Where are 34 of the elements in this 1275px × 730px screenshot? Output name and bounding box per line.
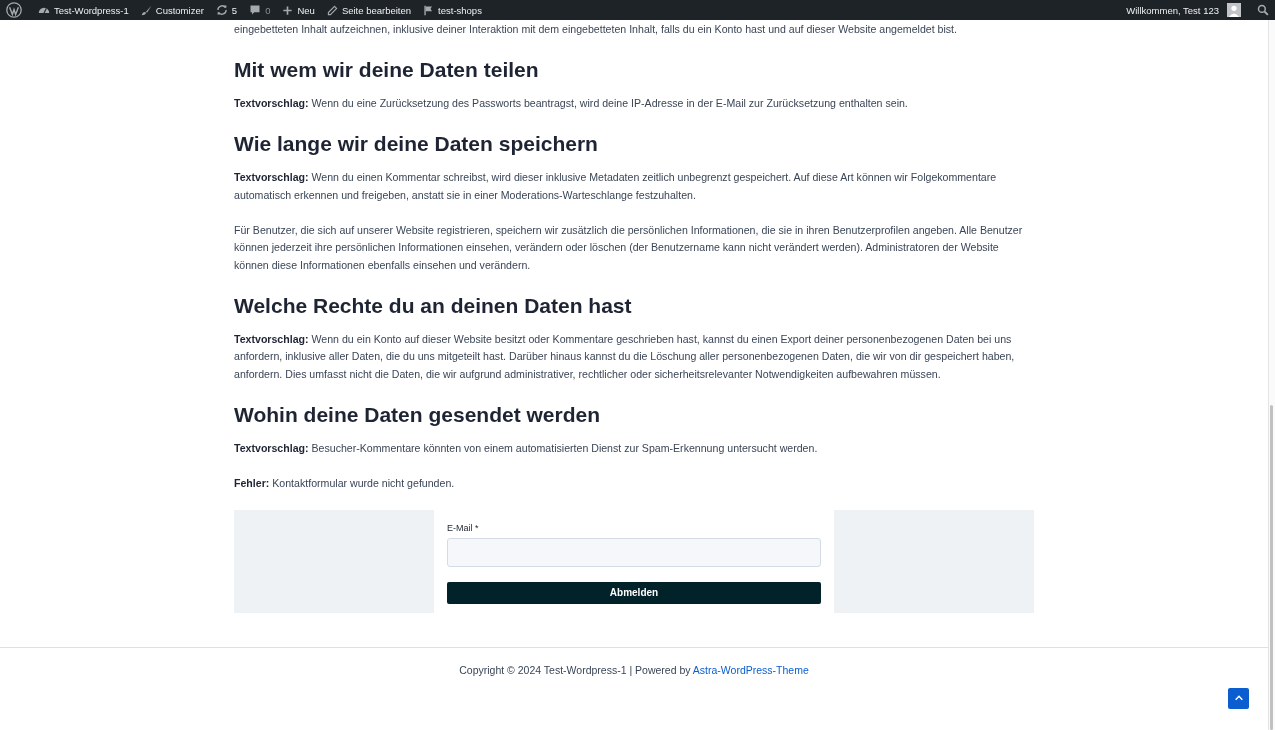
- paragraph: Fehler: Kontaktformular wurde nicht gefunden.: [234, 475, 456, 491]
- paragraph: eingebetteten Inhalt aufzeichnen, inklusive deiner Interaktion mit dem eingebetteten Inhalt, falls du ein Konto hast und auf dieser Website angemeldet bist.: [234, 22, 958, 37]
- section-heading: Welche Rechte du an deinen Daten hast: [234, 292, 633, 319]
- paragraph: Textvorschlag: Wenn du ein Konto auf dieser Website besitzt oder Kommentare geschrieben hast, kannst du einen Export deiner personenbezogenen Daten bei uns anfordern, inklusive aller Daten, die du uns mitgeteilt hast. Darüber hinaus kannst du die Löschung aller personenbezogenen Daten, die wir von dir gespeichert haben, anfordern. Dies umfasst nicht die Daten, die wir aufgrund administrativer, rechtlicher oder sicherheitsrelevanter Notwendigkeiten aufbewahren müssen.: [234, 331, 1016, 382]
- admin-bar-item[interactable]: Customizer: [134, 0, 210, 20]
- section-heading: Wie lange wir deine Daten speichern: [234, 131, 599, 157]
- admin-bar-item[interactable]: Neu: [276, 0, 321, 20]
- plus-icon: [282, 4, 294, 16]
- avatar-icon: [1227, 3, 1241, 17]
- refresh-icon: [215, 4, 228, 16]
- scroll-to-top-button[interactable]: [1228, 687, 1249, 709]
- paragraph: Textvorschlag: Wenn du einen Kommentar schreibst, wird dieser inklusive Metadaten zeitlich unbegrenzt gespeichert. Auf diese Art können wir Folgekommentare automatisch erkennen und freigeben, anstatt sie in einer Moderations-Warteschlange festzuhalten.: [234, 170, 998, 203]
- scrollbar[interactable]: [1268, 20, 1275, 730]
- search-icon[interactable]: [1257, 4, 1269, 16]
- paragraph: Textvorschlag: Besucher-Kommentare könnten von einem automatisierten Dienst zur Spam-Erkennung untersucht werden.: [234, 440, 819, 456]
- section-heading: Mit wem wir deine Daten teilen: [234, 57, 540, 83]
- unsubscribe-button[interactable]: Abmelden: [447, 581, 821, 604]
- paragraph: Textvorschlag: Wenn du eine Zurücksetzung des Passworts beantragst, wird deine IP-Adresse in der E-Mail zur Zurücksetzung enthalten sein.: [234, 96, 909, 111]
- admin-bar-item[interactable]: Seite bearbeiten: [320, 0, 418, 20]
- admin-bar-item[interactable]: test-shops: [417, 0, 488, 20]
- account-menu[interactable]: Willkommen, Test 123: [1120, 0, 1247, 20]
- comment-icon: [249, 4, 262, 16]
- admin-bar-item[interactable]: 5: [209, 0, 244, 20]
- section-heading: Wohin deine Daten gesendet werden: [234, 401, 601, 428]
- email-field[interactable]: [447, 537, 821, 567]
- email-label: E-Mail *: [447, 522, 479, 533]
- copyright-text: Copyright © 2024 Test-Wordpress-1 | Powered by: [459, 663, 692, 676]
- admin-bar-item[interactable]: Test-Wordpress-1: [32, 0, 135, 20]
- wordpress-logo-icon[interactable]: [6, 2, 22, 18]
- pencil-icon: [326, 4, 338, 16]
- theme-link[interactable]: Astra-WordPress-Theme: [692, 663, 809, 676]
- flag-icon: [423, 4, 435, 16]
- chevron-up-icon: [1233, 693, 1244, 703]
- paragraph: Für Benutzer, die sich auf unserer Website registrieren, speichern wir zusätzlich die persönlichen Informationen, die sie in ihren Benutzerprofilen angeben. Alle Benutzer können jederzeit ihre persönlichen Informationen einsehen, verändern oder löschen (der Benutzername kann nicht verändert werden). Administratoren der Website können diese Informationen ebenfalls einsehen und verändern.: [234, 222, 1024, 273]
